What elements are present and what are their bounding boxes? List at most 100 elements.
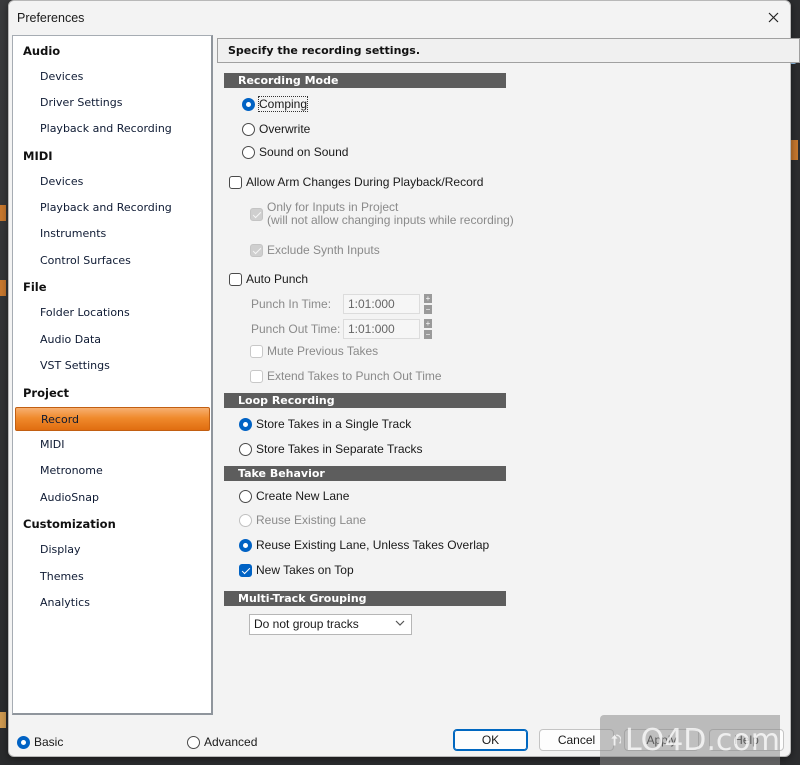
spin-down-icon[interactable]: − <box>424 330 432 339</box>
radio-comping[interactable]: Comping <box>242 96 309 112</box>
checkbox-disabled[interactable] <box>250 344 263 358</box>
close-icon <box>768 12 778 22</box>
radio-button[interactable] <box>239 489 252 503</box>
spin-down-icon[interactable]: − <box>424 305 432 314</box>
checkbox-label: Only for Inputs in Project (will not all… <box>267 201 514 227</box>
radio-reuse-unless-overlap[interactable]: Reuse Existing Lane, Unless Takes Overla… <box>239 538 489 552</box>
dropdown-value: Do not group tracks <box>254 617 359 631</box>
checkbox-disabled[interactable] <box>250 369 263 383</box>
sidebar-item-display[interactable]: Display <box>15 538 210 562</box>
sidebar-item-driver-settings[interactable]: Driver Settings <box>15 91 210 115</box>
background-track-chip <box>0 280 6 296</box>
sidebar-item-metronome[interactable]: Metronome <box>15 459 210 483</box>
checkbox-label: Auto Punch <box>246 272 309 286</box>
radio-reuse-existing-lane[interactable]: Reuse Existing Lane <box>239 513 366 527</box>
sidebar-item-themes[interactable]: Themes <box>15 565 210 589</box>
checkbox-only-inputs-in-project[interactable]: Only for Inputs in Project (will not all… <box>250 201 514 227</box>
radio-advanced[interactable]: Advanced <box>187 735 257 749</box>
checkbox-label: Extend Takes to Punch Out Time <box>267 369 442 383</box>
radio-button[interactable] <box>242 122 255 136</box>
close-button[interactable] <box>762 6 784 28</box>
punch-in-time-input[interactable]: 1:01:000 <box>343 294 420 314</box>
radio-store-separate-tracks[interactable]: Store Takes in Separate Tracks <box>239 442 423 456</box>
checkbox-mute-previous-takes[interactable]: Mute Previous Takes <box>250 344 378 358</box>
radio-label: Comping <box>257 96 309 112</box>
checkbox-disabled-checked[interactable] <box>250 243 263 257</box>
help-button[interactable]: Help <box>709 729 784 751</box>
radio-button-checked[interactable] <box>239 538 252 552</box>
sidebar-item-midi-devices[interactable]: Devices <box>15 170 210 194</box>
punch-in-label: Punch In Time: <box>251 297 332 311</box>
checkbox-label-line1: Only for Inputs in Project <box>267 200 399 214</box>
background-track-chip <box>0 205 6 221</box>
sidebar-item-audio-devices[interactable]: Devices <box>15 65 210 89</box>
checkbox[interactable] <box>229 272 242 286</box>
ok-button[interactable]: OK <box>453 729 528 751</box>
preferences-sidebar: Audio Devices Driver Settings Playback a… <box>12 35 213 715</box>
radio-label: Sound on Sound <box>259 145 349 159</box>
radio-label: Reuse Existing Lane <box>256 513 367 527</box>
section-take-behavior: Take Behavior <box>224 466 506 481</box>
sidebar-group-project: Project <box>23 386 70 400</box>
checkbox-new-takes-on-top[interactable]: New Takes on Top <box>239 563 354 577</box>
sidebar-item-project-midi[interactable]: MIDI <box>15 433 210 457</box>
radio-sound-on-sound[interactable]: Sound on Sound <box>242 145 348 159</box>
radio-button-checked[interactable] <box>239 417 252 431</box>
record-settings-panel: Specify the recording settings. Recordin… <box>216 35 800 715</box>
sidebar-group-file: File <box>23 280 47 294</box>
punch-out-spinner[interactable]: + − <box>424 319 432 339</box>
sidebar-item-control-surfaces[interactable]: Control Surfaces <box>15 249 210 273</box>
panel-header: Specify the recording settings. <box>217 38 800 63</box>
checkbox-label: Allow Arm Changes During Playback/Record <box>246 175 484 189</box>
checkbox[interactable] <box>229 175 242 189</box>
punch-out-label: Punch Out Time: <box>251 322 341 336</box>
title-bar: Preferences <box>9 1 790 34</box>
sidebar-item-audio-data[interactable]: Audio Data <box>15 328 210 352</box>
sidebar-item-audio-playback-recording[interactable]: Playback and Recording <box>15 117 210 141</box>
apply-button[interactable]: Apply <box>624 729 699 751</box>
preferences-dialog: Preferences Audio Devices Driver Setting… <box>8 0 800 757</box>
multi-track-grouping-dropdown[interactable]: Do not group tracks <box>249 614 412 635</box>
radio-store-single-track[interactable]: Store Takes in a Single Track <box>239 417 411 431</box>
checkbox-disabled-checked[interactable] <box>250 208 263 221</box>
checkbox-label: Mute Previous Takes <box>267 344 379 358</box>
sidebar-item-instruments[interactable]: Instruments <box>15 222 210 246</box>
checkbox-extend-takes[interactable]: Extend Takes to Punch Out Time <box>250 369 442 383</box>
sidebar-item-audiosnap[interactable]: AudioSnap <box>15 486 210 510</box>
punch-in-spinner[interactable]: + − <box>424 294 432 314</box>
radio-button-disabled[interactable] <box>239 513 252 527</box>
radio-label: Reuse Existing Lane, Unless Takes Overla… <box>256 538 490 552</box>
sidebar-group-audio: Audio <box>23 44 61 58</box>
radio-button[interactable] <box>187 735 200 749</box>
chevron-down-icon <box>395 620 405 626</box>
sidebar-item-folder-locations[interactable]: Folder Locations <box>15 301 210 325</box>
checkbox-auto-punch[interactable]: Auto Punch <box>229 272 308 286</box>
radio-create-new-lane[interactable]: Create New Lane <box>239 489 349 503</box>
checkbox-allow-arm-changes[interactable]: Allow Arm Changes During Playback/Record <box>229 175 483 189</box>
radio-button-checked[interactable] <box>242 97 255 111</box>
radio-button[interactable] <box>239 442 252 456</box>
radio-label: Overwrite <box>259 122 311 136</box>
radio-label: Basic <box>34 735 64 749</box>
sidebar-item-analytics[interactable]: Analytics <box>15 591 210 615</box>
radio-button[interactable] <box>242 145 255 159</box>
radio-label: Create New Lane <box>256 489 350 503</box>
checkbox-checked[interactable] <box>239 563 252 577</box>
cancel-button[interactable]: Cancel <box>539 729 614 751</box>
background-track-chip <box>0 712 6 728</box>
checkbox-label-line2: (will not allow changing inputs while re… <box>267 213 514 227</box>
spin-up-icon[interactable]: + <box>424 319 432 328</box>
spin-up-icon[interactable]: + <box>424 294 432 303</box>
window-title: Preferences <box>17 11 85 25</box>
checkbox-exclude-synth-inputs[interactable]: Exclude Synth Inputs <box>250 243 380 257</box>
punch-out-time-input[interactable]: 1:01:000 <box>343 319 420 339</box>
section-multi-track-grouping: Multi-Track Grouping <box>224 591 506 606</box>
radio-basic[interactable]: Basic <box>17 735 63 749</box>
sidebar-item-midi-playback-recording[interactable]: Playback and Recording <box>15 196 210 220</box>
sidebar-item-vst-settings[interactable]: VST Settings <box>15 354 210 378</box>
sidebar-item-record[interactable]: Record <box>15 407 210 431</box>
radio-overwrite[interactable]: Overwrite <box>242 122 310 136</box>
background-track-chip <box>790 140 798 160</box>
radio-button-checked[interactable] <box>17 735 30 749</box>
sidebar-group-midi: MIDI <box>23 149 53 163</box>
